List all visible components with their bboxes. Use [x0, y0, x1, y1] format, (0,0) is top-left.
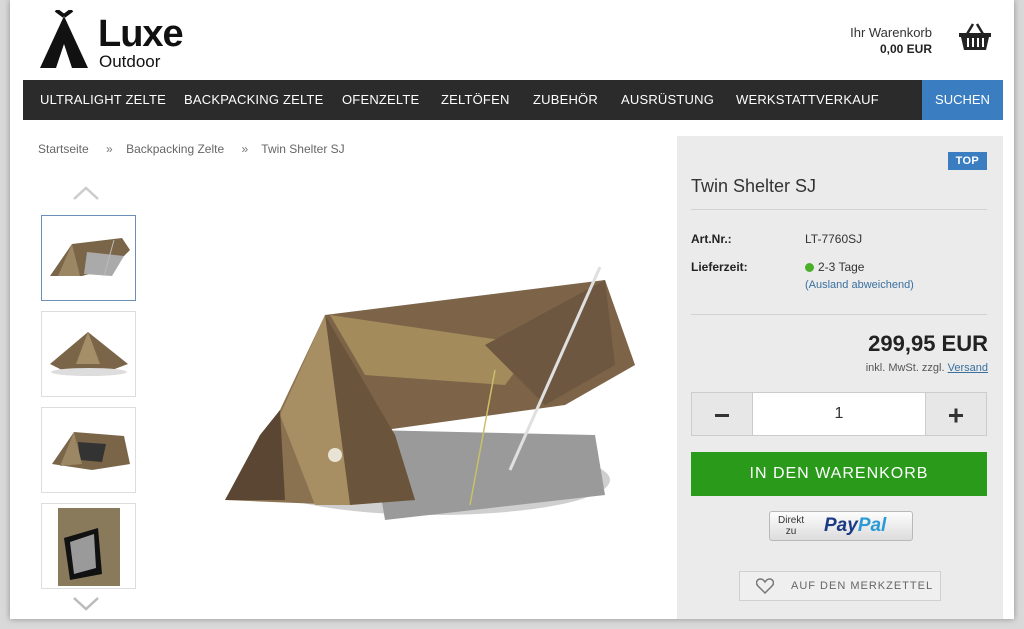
- gallery-thumbnail-4[interactable]: [41, 503, 136, 589]
- nav-item-backpacking-zelte[interactable]: BACKPACKING ZELTE: [184, 80, 323, 120]
- paypal-direct-label: Direkt: [778, 515, 805, 526]
- cart-label: Ihr Warenkorb: [850, 25, 932, 40]
- tent-thumbnail-image: [50, 238, 130, 277]
- main-nav: ULTRALIGHT ZELTE BACKPACKING ZELTE OFENZ…: [23, 80, 1003, 120]
- cart-summary[interactable]: Ihr Warenkorb 0,00 EUR: [850, 25, 932, 57]
- gallery-thumbnail-2[interactable]: [41, 311, 136, 397]
- breadcrumb-separator: »: [106, 142, 113, 156]
- product-price: 299,95 EUR: [868, 331, 988, 356]
- nav-item-zeltoefen[interactable]: ZELTÖFEN: [441, 80, 510, 120]
- sku-value: LT-7760SJ: [805, 232, 863, 246]
- tax-note: inkl. MwSt. zzgl. Versand: [866, 362, 988, 374]
- product-title: Twin Shelter SJ: [691, 176, 817, 196]
- wishlist-label: AUF DEN MERKZETTEL: [791, 580, 934, 592]
- chevron-up-icon[interactable]: [72, 185, 100, 206]
- shipping-link[interactable]: Versand: [948, 362, 988, 374]
- nav-item-ausruestung[interactable]: AUSRÜSTUNG: [621, 80, 714, 120]
- product-page: Luxe Outdoor Ihr Warenkorb 0,00 EUR ULTR…: [10, 0, 1014, 619]
- chevron-down-icon[interactable]: [72, 595, 100, 616]
- brand-name: Luxe: [98, 13, 184, 55]
- add-to-cart-button[interactable]: IN DEN WARENKORB: [691, 452, 987, 496]
- delivery-note-link[interactable]: (Ausland abweichend): [805, 279, 914, 291]
- quantity-stepper: [691, 392, 987, 436]
- paypal-express-button[interactable]: Direkt zu PayPal: [769, 511, 913, 541]
- brand-subtitle: Outdoor: [99, 52, 161, 71]
- brand-logo[interactable]: Luxe Outdoor: [38, 10, 188, 72]
- search-button[interactable]: SUCHEN: [922, 80, 1003, 120]
- tent-thumbnail-image: [58, 508, 120, 586]
- tent-thumbnail-image: [50, 332, 128, 376]
- plus-icon: [949, 408, 963, 423]
- divider: [691, 314, 987, 315]
- wishlist-button[interactable]: AUF DEN MERKZETTEL: [739, 571, 941, 601]
- paypal-direct-text: Direkt zu: [778, 515, 804, 537]
- paypal-logo-pal: Pal: [857, 515, 887, 536]
- sku-label: Art.Nr.:: [691, 232, 732, 246]
- breadcrumb-item-category[interactable]: Backpacking Zelte: [126, 142, 224, 156]
- tent-thumbnail-image: [52, 432, 130, 470]
- heart-icon: [756, 578, 774, 594]
- delivery-label: Lieferzeit:: [691, 260, 748, 274]
- nav-item-ofenzelte[interactable]: OFENZELTE: [342, 80, 419, 120]
- breadcrumb: Startseite » Backpacking Zelte » Twin Sh…: [38, 142, 355, 156]
- breadcrumb-item-home[interactable]: Startseite: [38, 142, 89, 156]
- breadcrumb-separator: »: [241, 142, 249, 156]
- cart-total: 0,00 EUR: [879, 42, 932, 56]
- gallery-thumbnail-1[interactable]: [41, 215, 136, 301]
- tent-logo-icon: [40, 10, 88, 68]
- nav-item-zubehoer[interactable]: ZUBEHÖR: [533, 80, 598, 120]
- paypal-logo: PayPal: [824, 515, 886, 537]
- nav-item-werkstattverkauf[interactable]: WERKSTATTVERKAUF: [736, 80, 879, 120]
- gallery-thumbnail-3[interactable]: [41, 407, 136, 493]
- availability-dot-icon: [805, 263, 814, 272]
- product-main-image[interactable]: [185, 255, 635, 535]
- minus-icon: [715, 414, 729, 418]
- nav-item-ultralight-zelte[interactable]: ULTRALIGHT ZELTE: [40, 80, 166, 120]
- quantity-decrease-button[interactable]: [692, 393, 753, 435]
- breadcrumb-item-current: Twin Shelter SJ: [261, 142, 345, 156]
- tax-text: inkl. MwSt. zzgl.: [865, 362, 945, 374]
- quantity-input[interactable]: [753, 393, 925, 435]
- quantity-increase-button[interactable]: [925, 393, 986, 435]
- paypal-logo-pay: Pay: [824, 515, 858, 536]
- top-badge: TOP: [947, 152, 987, 170]
- delivery-value: 2-3 Tage: [805, 260, 864, 274]
- paypal-to-label: zu: [785, 526, 797, 537]
- divider: [691, 209, 987, 210]
- product-buy-box: TOP Twin Shelter SJ Art.Nr.: LT-7760SJ L…: [677, 136, 1003, 619]
- basket-icon[interactable]: [958, 22, 992, 57]
- delivery-time: 2-3 Tage: [818, 260, 865, 274]
